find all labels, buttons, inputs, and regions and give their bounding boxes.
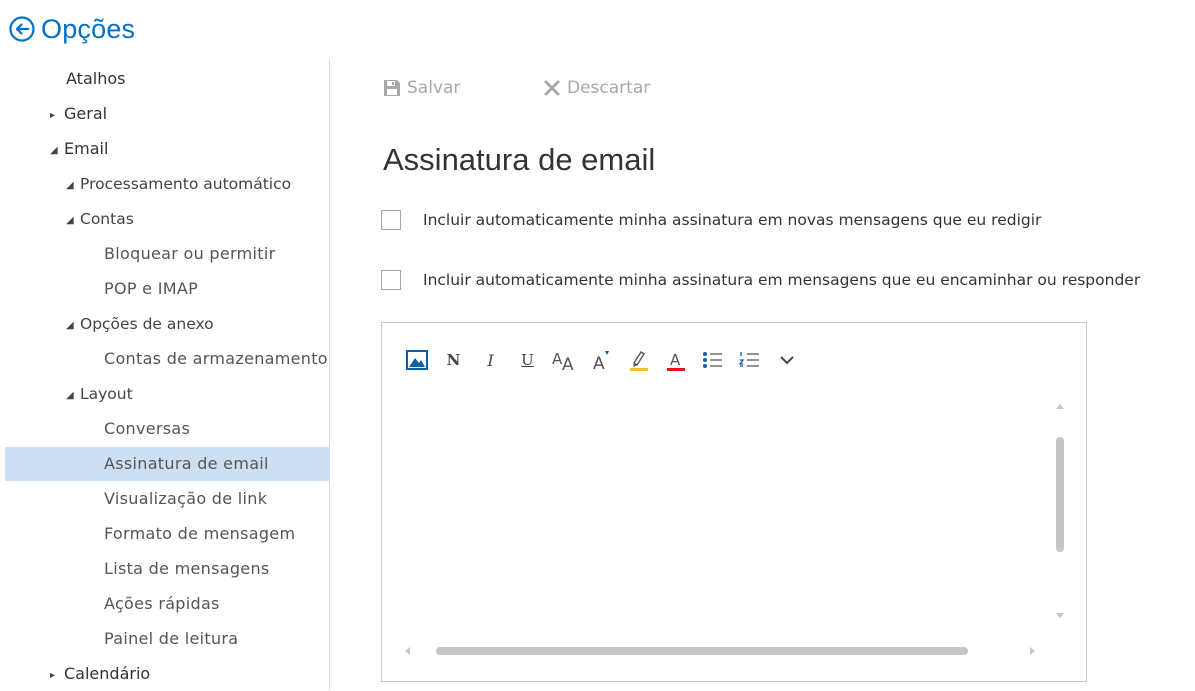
bullet-list-icon xyxy=(702,352,722,368)
sidebar-item[interactable]: ▸ Geral xyxy=(50,97,329,131)
expanded-triangle-icon[interactable]: ◢ xyxy=(50,134,64,166)
insert-picture-button[interactable] xyxy=(398,343,435,377)
auto-forward-label: Incluir automaticamente minha assinatura… xyxy=(423,271,1141,289)
save-button[interactable]: Salvar xyxy=(383,78,460,98)
chevron-down-icon xyxy=(779,356,794,365)
expanded-triangle-icon[interactable]: ◢ xyxy=(66,379,80,411)
sidebar-item-label: POP e IMAP xyxy=(104,279,199,298)
sidebar-item-label: Formato de mensagem xyxy=(104,524,296,543)
underline-button[interactable]: U xyxy=(509,343,546,377)
signature-editor: N I U A A A A xyxy=(381,322,1087,682)
scroll-right-icon[interactable] xyxy=(1028,645,1038,657)
grow-font-icon: A xyxy=(593,351,609,372)
horizontal-scroll-thumb[interactable] xyxy=(436,647,968,655)
scroll-left-icon[interactable] xyxy=(402,645,412,657)
editor-toolbar: N I U A A A A xyxy=(398,343,805,377)
sidebar-item-label: Email xyxy=(64,139,109,158)
expanded-triangle-icon[interactable]: ◢ xyxy=(66,169,80,201)
font-size-icon: A A xyxy=(552,350,574,372)
sidebar-item-label: Atalhos xyxy=(66,69,126,88)
font-color-button[interactable]: A xyxy=(657,343,694,377)
bullets-button[interactable] xyxy=(694,343,731,377)
italic-button[interactable]: I xyxy=(472,343,509,377)
sidebar-item-label: Contas de armazenamento xyxy=(104,349,328,368)
sidebar-item[interactable]: Atalhos xyxy=(66,62,329,96)
sidebar-item[interactable]: POP e IMAP xyxy=(104,272,329,306)
sidebar-item-label: Visualização de link xyxy=(104,489,268,508)
vertical-scrollbar[interactable] xyxy=(1052,401,1068,629)
sidebar-item-label: Geral xyxy=(64,104,108,123)
sidebar-item[interactable]: Conversas xyxy=(104,412,329,446)
sidebar-item[interactable]: ▸ Calendário xyxy=(50,657,329,691)
sidebar-item[interactable]: Painel de leitura xyxy=(104,622,329,656)
save-label: Salvar xyxy=(407,78,461,98)
sidebar-item[interactable]: ◢ Contas xyxy=(66,202,329,236)
sidebar-item-label: Assinatura de email xyxy=(104,454,269,473)
more-button[interactable] xyxy=(768,343,805,377)
horizontal-scrollbar[interactable] xyxy=(402,643,1042,659)
auto-new-checkbox[interactable] xyxy=(381,210,401,230)
options-header: Opções xyxy=(8,12,135,46)
sidebar-item[interactable]: Visualização de link xyxy=(104,482,329,516)
bold-icon: N xyxy=(446,351,461,369)
font-size-button[interactable]: A A xyxy=(546,343,583,377)
sidebar-item[interactable]: ◢ Layout xyxy=(66,377,329,411)
bold-button[interactable]: N xyxy=(435,343,472,377)
vertical-scroll-thumb[interactable] xyxy=(1056,437,1064,552)
scroll-up-icon[interactable] xyxy=(1054,401,1066,411)
sidebar-item-label: Layout xyxy=(80,385,133,403)
sidebar-item[interactable]: ◢ Email xyxy=(50,132,329,166)
auto-forward-option[interactable]: Incluir automaticamente minha assinatura… xyxy=(381,270,1140,290)
discard-label: Descartar xyxy=(567,78,651,98)
page-header-title: Opções xyxy=(41,13,136,44)
sidebar-item-label: Painel de leitura xyxy=(104,629,239,648)
sidebar-item-label: Contas xyxy=(80,210,134,228)
x-icon xyxy=(544,80,560,96)
auto-new-option[interactable]: Incluir automaticamente minha assinatura… xyxy=(381,210,1041,230)
highlight-button[interactable] xyxy=(620,343,657,377)
underline-icon: U xyxy=(521,351,534,369)
font-color-icon: A xyxy=(666,351,685,371)
grow-font-button[interactable]: A xyxy=(583,343,620,377)
main-panel: Salvar Descartar Assinatura de email Inc… xyxy=(331,60,1195,690)
sidebar-item-label: Conversas xyxy=(104,419,191,438)
sidebar-item[interactable]: ◢ Processamento automático xyxy=(66,167,329,201)
svg-text:A: A xyxy=(562,355,574,372)
svg-text:A: A xyxy=(670,351,681,369)
picture-icon xyxy=(405,350,428,370)
expanded-triangle-icon[interactable]: ◢ xyxy=(66,204,80,236)
sidebar-item[interactable]: Formato de mensagem xyxy=(104,517,329,551)
sidebar-item[interactable]: Contas de armazenamento xyxy=(104,342,329,376)
collapsed-triangle-icon[interactable]: ▸ xyxy=(50,99,64,131)
back-arrow-circle-icon[interactable] xyxy=(8,15,36,43)
sidebar-item-label: Bloquear ou permitir xyxy=(104,244,276,263)
sidebar-item-label: Ações rápidas xyxy=(104,594,220,613)
expanded-triangle-icon[interactable]: ◢ xyxy=(66,309,80,341)
highlight-icon xyxy=(629,351,648,371)
sidebar-item[interactable]: ◢ Opções de anexo xyxy=(66,307,329,341)
auto-new-label: Incluir automaticamente minha assinatura… xyxy=(423,211,1042,229)
scroll-down-icon[interactable] xyxy=(1054,611,1066,621)
sidebar-item[interactable]: Ações rápidas xyxy=(104,587,329,621)
auto-forward-checkbox[interactable] xyxy=(381,270,401,290)
italic-icon: I xyxy=(487,350,494,370)
collapsed-triangle-icon[interactable]: ▸ xyxy=(50,659,64,691)
signature-text-area[interactable] xyxy=(396,385,1046,635)
discard-button[interactable]: Descartar xyxy=(543,78,650,98)
svg-text:A: A xyxy=(593,354,605,372)
sidebar-item-label: Calendário xyxy=(64,664,151,683)
page-title: Assinatura de email xyxy=(383,142,656,177)
sidebar-item-label: Opções de anexo xyxy=(80,315,214,333)
options-sidebar: Atalhos ▸ Geral ◢ Email ◢ Processamento automá… xyxy=(0,60,330,690)
numbered-list-icon xyxy=(738,352,759,367)
sidebar-item-label: Lista de mensagens xyxy=(104,559,270,578)
sidebar-item[interactable]: Assinatura de email xyxy=(5,447,330,481)
sidebar-item[interactable]: Bloquear ou permitir xyxy=(104,237,329,271)
numbering-button[interactable] xyxy=(731,343,768,377)
floppy-disk-icon xyxy=(384,80,400,96)
sidebar-item-label: Processamento automático xyxy=(80,175,292,193)
sidebar-item[interactable]: Lista de mensagens xyxy=(104,552,329,586)
